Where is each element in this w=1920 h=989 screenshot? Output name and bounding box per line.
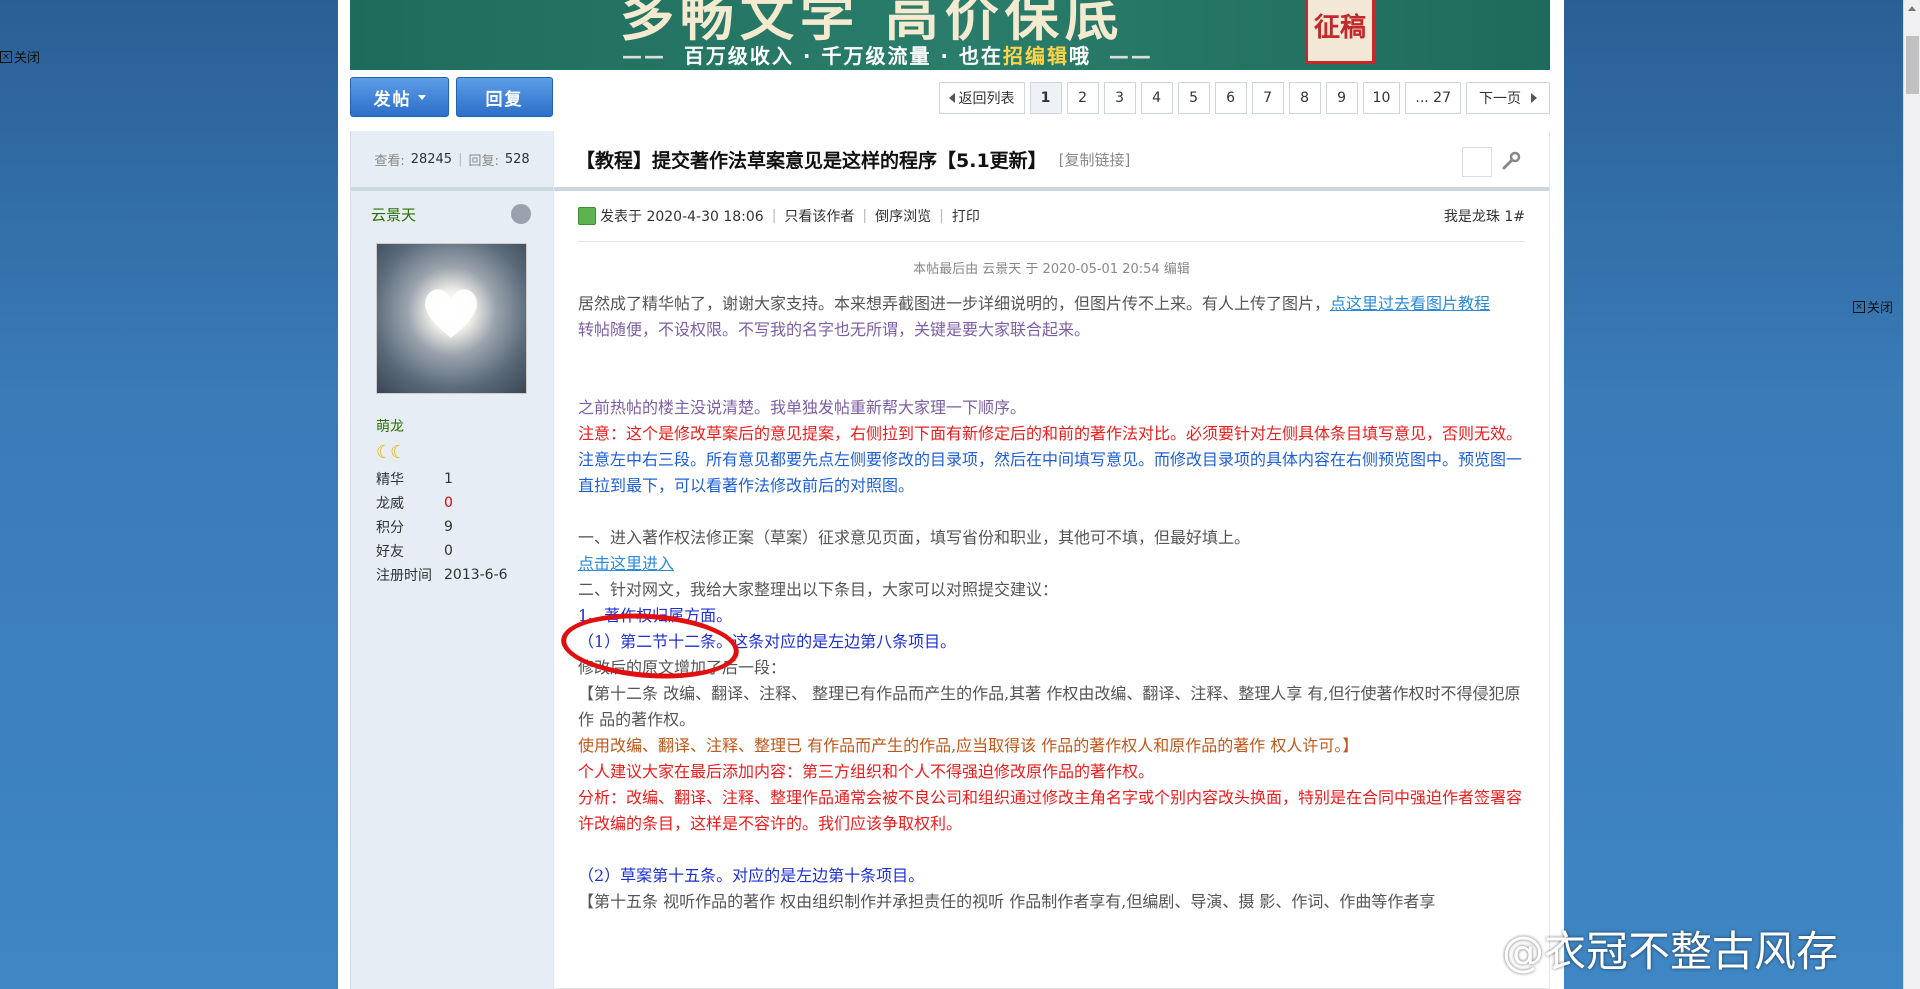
back-to-list-button[interactable]: 返回列表 xyxy=(938,82,1025,114)
online-user-icon xyxy=(578,207,596,225)
post-title-bar: 【教程】提交著作法草案意见是这样的程序【5.1更新】 [复制链接] xyxy=(554,131,1549,191)
only-author-link[interactable]: 只看该作者 xyxy=(784,206,854,226)
page-link[interactable]: 10 xyxy=(1362,82,1401,114)
scroll-thumb[interactable] xyxy=(1906,36,1919,94)
chevron-down-icon xyxy=(417,94,426,100)
paragraph: 二、针对网文，我给大家整理出以下条目，大家可以对照提交建议： xyxy=(578,580,1059,599)
paragraph: 之前热帖的楼主没说清楚。我单独发帖重新帮大家理一下顺序。 xyxy=(578,398,1027,417)
page-container: 多畅文学 高价保底 —— 百万级收入 · 千万级流量 · 也在招编辑哦 —— 征… xyxy=(338,0,1564,989)
page-link[interactable]: 9 xyxy=(1325,82,1358,114)
reverse-order-link[interactable]: 倒序浏览 xyxy=(875,206,931,226)
page-title: 【教程】提交著作法草案意见是这样的程序【5.1更新】 xyxy=(576,149,1047,172)
heart-cloud-icon xyxy=(425,289,477,338)
stat-row: 龙威 0 xyxy=(376,495,453,512)
paragraph: 分析：改编、翻译、注释、整理作品通常会被不良公司和组织通过修改主角名字或个别内容… xyxy=(578,788,1523,833)
stat-row: 精华 1 xyxy=(376,471,453,488)
paragraph: 一、进入著作权法修正案（草案）征求意见页面，填写省份和职业，其他可不填，但最好填… xyxy=(578,528,1251,547)
right-close-button[interactable]: × 关闭 xyxy=(1853,297,1893,316)
paragraph: 注意左中右三段。所有意见都要先点左侧要修改的目录项，然后在中间填写意见。而修改目… xyxy=(578,450,1523,495)
page-link[interactable]: 1 xyxy=(1029,82,1062,114)
paragraph: 转帖随便，不设权限。不写我的名字也无所谓，关键是要大家联合起来。 xyxy=(578,320,1091,339)
pagination: 返回列表 1 2 3 4 5 6 7 8 9 10 ... 27 下一页 xyxy=(938,82,1550,114)
author-sidebar: 查看: 28245 | 回复: 528 云景天 萌龙 ☾☾ 精华 1 龙威 0 积分 9 … xyxy=(350,131,553,989)
stat-row: 积分 9 xyxy=(376,519,453,536)
scroll-up-icon[interactable] xyxy=(1908,6,1916,11)
paragraph: 个人建议大家在最后添加内容：第三方组织和个人不得强迫修改原作品的著作权。 xyxy=(578,762,1155,781)
page-link[interactable]: 6 xyxy=(1214,82,1247,114)
close-box-icon: × xyxy=(1853,300,1865,313)
toggle-box[interactable] xyxy=(1462,147,1492,177)
paragraph: 修改后的原文增加了后一段： xyxy=(578,658,787,677)
close-box-icon: × xyxy=(0,50,12,63)
paragraph: 居然成了精华帖了，谢谢大家支持。本来想弄截图进一步详细说明的，但图片传不上来。有… xyxy=(578,294,1491,313)
divider xyxy=(578,241,1525,242)
arrow-right-icon xyxy=(1531,93,1537,103)
stat-row: 注册时间 2013-6-6 xyxy=(376,567,508,584)
paragraph: 1、著作权归属方面。 xyxy=(578,606,733,625)
new-post-button[interactable]: 发帖 xyxy=(350,77,449,117)
page-link[interactable]: 8 xyxy=(1288,82,1321,114)
author-name-link[interactable]: 云景天 xyxy=(371,204,416,225)
post-meta: 发表于 2020-4-30 18:06 | 只看该作者 | 倒序浏览 | 打印 … xyxy=(554,191,1549,241)
paragraph: 【第十五条 视听作品的著作 权由组织制作并承担责任的视听 作品制作者享有,但编剧… xyxy=(578,892,1436,911)
thread-stats: 查看: 28245 | 回复: 528 xyxy=(351,131,553,191)
page-link[interactable]: 4 xyxy=(1140,82,1173,114)
stat-row: 好友 0 xyxy=(376,543,453,560)
weibo-watermark: @衣冠不整古风存 xyxy=(1432,918,1838,979)
banner-stamp: 征稿 xyxy=(1305,0,1375,64)
page-link[interactable]: 7 xyxy=(1251,82,1284,114)
page-link[interactable]: 5 xyxy=(1177,82,1210,114)
page-link-last[interactable]: ... 27 xyxy=(1405,82,1461,114)
image-tutorial-link[interactable]: 点这里过去看图片教程 xyxy=(1330,294,1490,313)
post-content: 居然成了精华帖了，谢谢大家支持。本来想弄截图进一步详细说明的，但图片传不上来。有… xyxy=(554,277,1549,915)
floor-number[interactable]: 我是龙珠 1# xyxy=(1444,206,1525,226)
paragraph: 【第十二条 改编、翻译、注释、 整理已有作品而产生的作品,其著 作权由改编、翻译… xyxy=(578,684,1521,729)
ad-banner[interactable]: 多畅文学 高价保底 —— 百万级收入 · 千万级流量 · 也在招编辑哦 —— 征… xyxy=(350,0,1550,70)
edit-note: 本帖最后由 云景天 于 2020-05-01 20:54 编辑 xyxy=(913,262,1190,277)
thread-toolbar: 发帖 回复 返回列表 1 2 3 4 5 6 7 8 9 10 ... 27 下… xyxy=(350,77,1550,119)
wrench-icon[interactable] xyxy=(1501,151,1521,171)
reply-button[interactable]: 回复 xyxy=(456,77,553,117)
post-time: 发表于 2020-4-30 18:06 xyxy=(600,209,764,225)
copy-link-button[interactable]: [复制链接] xyxy=(1059,149,1131,170)
left-close-button[interactable]: × 关闭 xyxy=(0,47,40,66)
paragraph: （2）草案第十五条。对应的是左边第十条项目。 xyxy=(578,866,925,885)
post-main: 【教程】提交著作法草案意见是这样的程序【5.1更新】 [复制链接] 发表于 20… xyxy=(553,131,1550,989)
scrollbar[interactable] xyxy=(1903,0,1920,989)
weibo-icon xyxy=(1434,930,1492,972)
paragraph: （1）第二节十二条。这条对应的是左边第八条项目。 xyxy=(578,632,957,651)
arrow-left-icon xyxy=(948,93,955,103)
paragraph: 使用改编、翻译、注释、整理已 有作品而产生的作品,应当取得该 作品的著作权人和原… xyxy=(578,736,1359,755)
avatar[interactable] xyxy=(376,243,527,394)
page-link[interactable]: 3 xyxy=(1103,82,1136,114)
moon-badge-icon: ☾☾ xyxy=(376,442,406,463)
user-rank: 萌龙 xyxy=(376,419,404,435)
user-stats: 精华 1 龙威 0 积分 9 好友 0 注册时间 2013-6-6 xyxy=(376,467,553,587)
author-row: 云景天 xyxy=(351,191,553,237)
enter-here-link[interactable]: 点击这里进入 xyxy=(578,554,674,573)
next-page-button[interactable]: 下一页 xyxy=(1466,82,1550,114)
user-status-icon xyxy=(511,204,531,224)
page-link[interactable]: 2 xyxy=(1066,82,1099,114)
print-link[interactable]: 打印 xyxy=(952,206,980,226)
banner-tagline: —— 百万级收入 · 千万级流量 · 也在招编辑哦 —— xyxy=(622,44,1153,68)
paragraph: 注意：这个是修改草案后的意见提案，右侧拉到下面有新修定后的和前的著作法对比。必须… xyxy=(578,424,1523,443)
